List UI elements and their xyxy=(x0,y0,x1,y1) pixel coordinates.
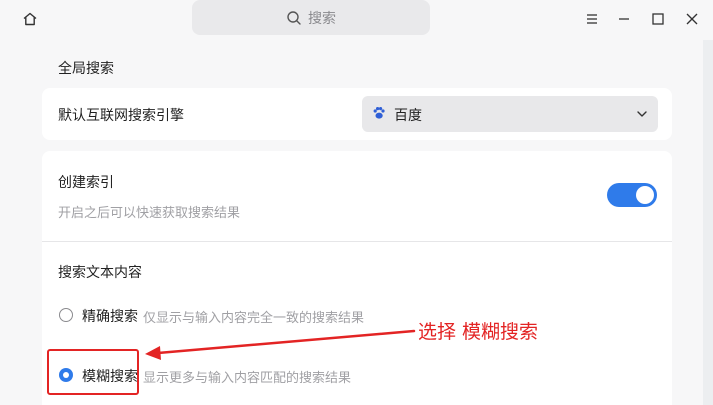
section-title: 全局搜索 xyxy=(58,61,114,77)
minimize-icon xyxy=(619,18,629,20)
home-button[interactable] xyxy=(18,8,42,30)
engine-select[interactable]: 百度 xyxy=(362,96,658,132)
chevron-down-icon xyxy=(637,111,647,117)
menu-button[interactable] xyxy=(581,8,603,30)
annotation-text: 选择 模糊搜索 xyxy=(418,321,539,343)
close-button[interactable] xyxy=(681,8,703,30)
exact-search-radio[interactable] xyxy=(59,308,73,322)
search-icon xyxy=(287,10,301,25)
engine-card: 默认互联网搜索引擎 百度 xyxy=(42,88,672,140)
engine-selected-value: 百度 xyxy=(394,108,422,124)
divider xyxy=(42,241,672,242)
exact-search-label[interactable]: 精确搜索 xyxy=(82,306,138,326)
toggle-knob xyxy=(636,186,654,204)
maximize-button[interactable] xyxy=(647,8,669,30)
scrollbar-track[interactable] xyxy=(703,40,713,405)
engine-label: 默认互联网搜索引擎 xyxy=(58,108,184,124)
exact-search-hint: 仅显示与输入内容完全一致的搜索结果 xyxy=(143,311,365,326)
index-hint: 开启之后可以快速获取搜索结果 xyxy=(58,206,241,221)
annotation-highlight-box xyxy=(47,349,139,395)
close-icon xyxy=(686,13,698,25)
index-toggle[interactable] xyxy=(607,183,657,207)
fuzzy-search-hint: 显示更多与输入内容匹配的搜索结果 xyxy=(143,371,352,386)
search-placeholder: 搜索 xyxy=(308,10,336,27)
index-label: 创建索引 xyxy=(58,175,114,191)
home-icon xyxy=(23,12,37,26)
minimize-button[interactable] xyxy=(613,8,635,30)
baidu-paw-icon xyxy=(373,107,385,119)
text-content-label: 搜索文本内容 xyxy=(58,265,142,281)
maximize-icon xyxy=(652,13,664,25)
menu-icon xyxy=(587,14,597,24)
search-input[interactable]: 搜索 xyxy=(192,0,430,35)
title-bar: 搜索 xyxy=(0,0,713,38)
